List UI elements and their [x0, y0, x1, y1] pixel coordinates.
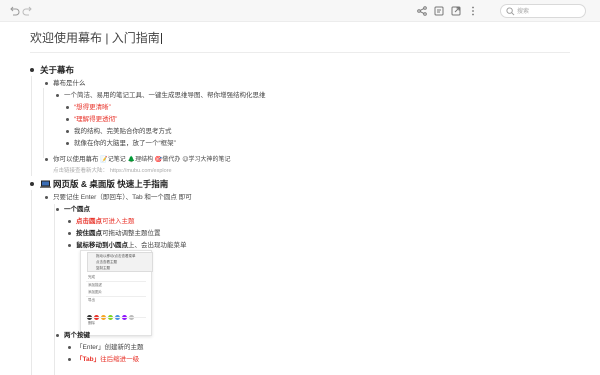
outline-item-bold[interactable]: 鼠标移动到小圆点 — [76, 242, 128, 249]
bullet-dot[interactable] — [56, 334, 59, 337]
search-box[interactable] — [500, 4, 586, 18]
indent-guide — [43, 88, 44, 158]
outline-item-dot[interactable]: 点击圆点可进入主题 — [68, 216, 135, 227]
bullet-dot[interactable] — [45, 196, 48, 199]
outline-item-rest[interactable]: 可进入主题 — [102, 218, 135, 225]
share-icon[interactable] — [416, 5, 428, 17]
outline-item-rest[interactable]: 可拖动调整主题位置 — [102, 230, 161, 237]
bullet-dot[interactable] — [66, 142, 69, 145]
menu-preview-item: 删除 — [88, 321, 95, 325]
outline-item-note: 点击链接查看新大陆： https://mubu.com/explore — [53, 165, 172, 177]
bullet-dot[interactable] — [45, 82, 48, 85]
outline-item-key[interactable]: 「Tab」往后缩进一级 — [68, 354, 139, 365]
outline-item-label[interactable]: 两个按键 — [64, 332, 90, 339]
text-caret — [160, 33, 162, 44]
outline-item-point[interactable]: 我的结构、完美贴合你的思考方式 — [66, 126, 172, 137]
outline-item-label[interactable]: “理解得更透彻” — [74, 116, 117, 123]
bullet-dot[interactable] — [56, 208, 59, 211]
indent-guide — [54, 204, 55, 375]
tooltip-line: 复制主题 — [96, 266, 110, 270]
outline-item-point[interactable]: “理解得更透彻” — [66, 114, 117, 125]
outline-item-rest[interactable]: 往后缩进一级 — [100, 356, 139, 363]
bullet-dot[interactable] — [68, 358, 71, 361]
search-icon — [506, 7, 515, 16]
outline-item-label[interactable]: “想得更清晰” — [74, 104, 111, 111]
more-icon[interactable] — [467, 5, 479, 17]
menu-preview-divider — [86, 296, 146, 297]
outline-item-label[interactable]: 幕布是什么 — [53, 80, 86, 87]
bullet-dot[interactable] — [56, 94, 59, 97]
menu-preview-divider — [86, 317, 146, 318]
bullet-dot[interactable] — [68, 232, 71, 235]
bullet-dot[interactable] — [66, 106, 69, 109]
document-title[interactable]: 欢迎使用幕布 | 入门指南 — [30, 30, 162, 46]
indent-guide — [31, 190, 32, 375]
notes-item: 🎯做代办 — [154, 157, 181, 163]
outline-item-label[interactable]: 只要记住 Enter（即回车）、Tab 和一个圆点 即可 — [53, 194, 192, 201]
app-window: 欢迎使用幕布 | 入门指南 关于幕布 幕布是什么 一个简洁、易用的笔记工具、一键… — [0, 0, 600, 375]
link-prefix: 点击链接查看新大陆： — [53, 168, 109, 174]
outline-item-desc[interactable]: 一个简洁、易用的笔记工具、一键生成思维导图、帮你增强结构化思维 — [56, 90, 266, 101]
outline-item-label[interactable]: 网页版 & 桌面版 快速上手指南 — [53, 179, 168, 189]
outline-item-label[interactable]: 就像在你的大脑里，放了一个“框架” — [74, 140, 176, 147]
outline-item-bold[interactable]: 点击圆点 — [76, 218, 102, 225]
top-toolbar — [0, 0, 600, 22]
bullet-dot[interactable] — [45, 158, 48, 161]
outline-item-dot[interactable]: 按住圆点可拖动调整主题位置 — [68, 228, 161, 239]
outline-item-label[interactable]: 我的结构、完美贴合你的思考方式 — [74, 128, 172, 135]
outline-item-point[interactable]: 就像在你的大脑里，放了一个“框架” — [66, 138, 176, 149]
outline-item-what[interactable]: 幕布是什么 — [45, 78, 86, 89]
outline-item-tip[interactable]: 只要记住 Enter（即回车）、Tab 和一个圆点 即可 — [45, 192, 192, 203]
collab-icon[interactable] — [433, 5, 445, 17]
outline-item-label[interactable]: 你可以使用幕布 — [53, 156, 100, 163]
menu-preview-swatches — [87, 307, 147, 320]
bullet-dot[interactable] — [30, 68, 34, 72]
explore-link[interactable]: https://mubu.com/explore — [110, 168, 172, 174]
bullet-dot[interactable] — [66, 130, 69, 133]
undo-icon[interactable] — [8, 5, 20, 17]
outline-item-label[interactable]: 关于幕布 — [40, 65, 74, 75]
bullet-dot[interactable] — [68, 220, 71, 223]
outline-item-keys-section[interactable]: 两个按键 — [56, 330, 90, 341]
bullet-dot[interactable] — [66, 118, 69, 121]
outline-item-rest[interactable]: 上、会出现功能菜单 — [128, 242, 187, 249]
outline-item-quickstart[interactable]: 网页版 & 桌面版 快速上手指南 — [30, 178, 168, 190]
export-icon[interactable] — [450, 5, 462, 17]
title-divider — [30, 52, 570, 53]
redo-icon[interactable] — [22, 5, 34, 17]
outline-item-dot-section[interactable]: 一个圆点 — [56, 204, 90, 215]
outline-item-about[interactable]: 关于幕布 — [30, 64, 74, 76]
indent-guide — [31, 76, 32, 176]
menu-preview-item: 添加描述 — [88, 283, 102, 287]
outline-item-label[interactable]: 一个简洁、易用的笔记工具、一键生成思维导图、帮你增强结构化思维 — [64, 92, 266, 99]
outline-item-key-name[interactable]: 「Tab」 — [76, 356, 100, 363]
outline-item-point[interactable]: “想得更清晰” — [66, 102, 111, 113]
menu-preview-tooltip: 拖动以移动/点击查看菜单 点击查看主题 复制主题 — [87, 252, 153, 272]
laptop-icon — [40, 180, 51, 188]
outline-item-bold[interactable]: 按住圆点 — [76, 230, 102, 237]
menu-preview-item: 导出 — [88, 298, 95, 302]
menu-preview-divider — [86, 281, 146, 282]
bullet-dot[interactable] — [68, 346, 71, 349]
notes-item: 😉学习大神的笔记 — [182, 157, 231, 163]
bullet-dot[interactable] — [30, 182, 34, 186]
notes-item: 🌲理结构 — [127, 157, 154, 163]
notes-item: 📝记笔记 — [100, 157, 126, 163]
outline-item-key[interactable]: 「Enter」创建新的主题 — [68, 342, 144, 353]
outline-item-key-name[interactable]: 「Enter」 — [76, 344, 105, 351]
document-title-text[interactable]: 欢迎使用幕布 | 入门指南 — [30, 31, 160, 45]
outline-item-label[interactable]: 一个圆点 — [64, 206, 90, 213]
search-input[interactable] — [517, 6, 583, 17]
bullet-dot[interactable] — [68, 244, 71, 247]
outline-item-rest[interactable]: 创建新的主题 — [105, 344, 144, 351]
menu-preview-item: 完成 — [88, 275, 95, 279]
menu-preview-item: 添加图片 — [88, 290, 102, 294]
